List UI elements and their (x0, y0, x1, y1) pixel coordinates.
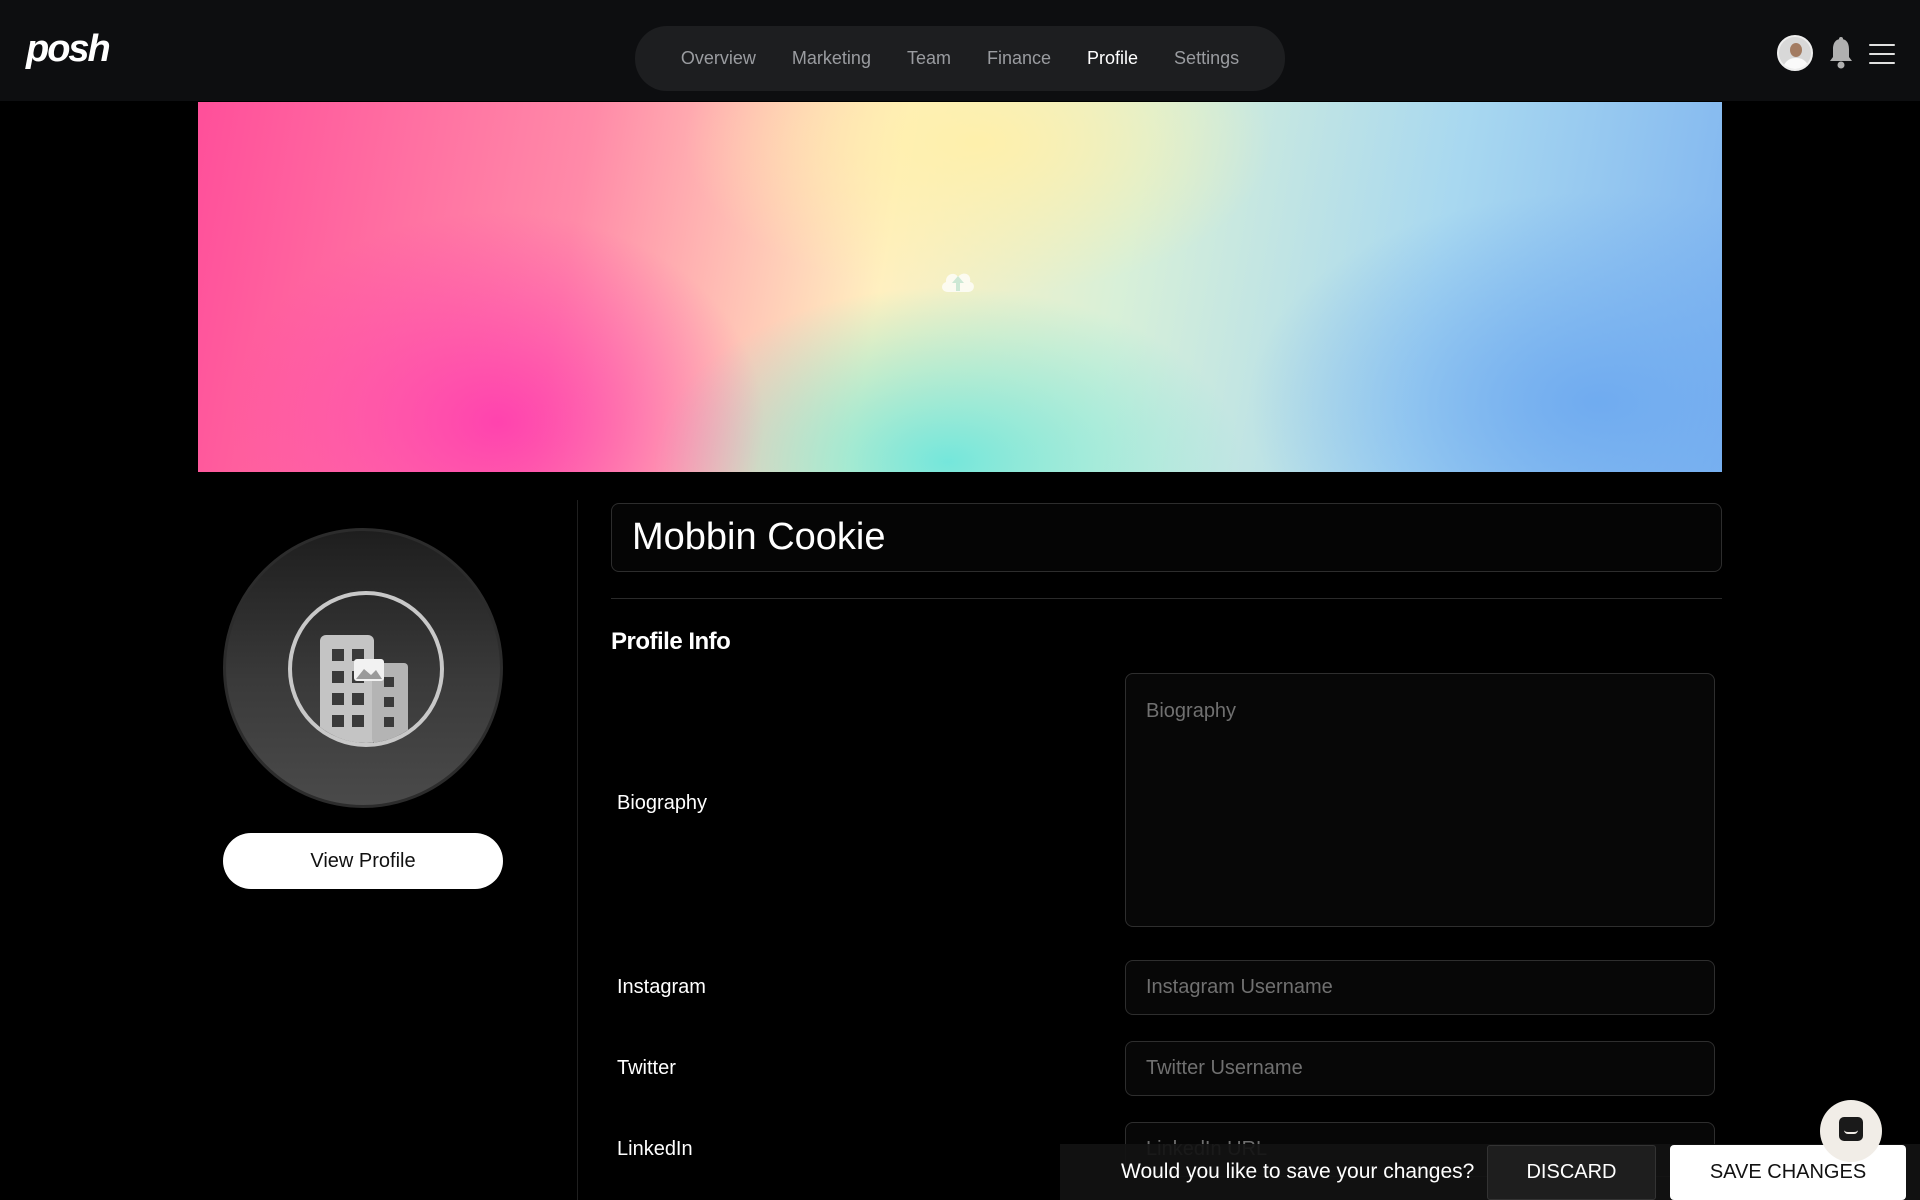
chat-bubble-icon (1839, 1117, 1863, 1141)
section-divider (611, 598, 1722, 599)
save-prompt-text: Would you like to save your changes? (1121, 1160, 1475, 1183)
nav-team[interactable]: Team (907, 48, 951, 69)
twitter-label: Twitter (617, 1057, 676, 1079)
user-avatar[interactable] (1777, 35, 1813, 71)
top-nav-bar: posh Overview Marketing Team Finance Pro… (0, 0, 1920, 101)
nav-finance[interactable]: Finance (987, 48, 1051, 69)
main-nav: Overview Marketing Team Finance Profile … (635, 26, 1285, 91)
instagram-input[interactable] (1125, 960, 1715, 1015)
biography-label: Biography (617, 792, 708, 814)
nav-settings[interactable]: Settings (1174, 48, 1239, 69)
bell-icon[interactable] (1828, 36, 1854, 70)
biography-textarea[interactable] (1125, 673, 1715, 927)
avatar-shoulders (1783, 58, 1809, 69)
cloud-upload-icon[interactable] (938, 262, 978, 296)
instagram-label: Instagram (617, 976, 706, 998)
profile-image-upload[interactable] (223, 528, 503, 808)
nav-marketing[interactable]: Marketing (792, 48, 871, 69)
column-divider (577, 500, 578, 1200)
twitter-input[interactable] (1125, 1041, 1715, 1096)
discard-button[interactable]: DISCARD (1487, 1145, 1656, 1200)
building-icon (288, 591, 444, 747)
posh-logo[interactable]: posh (26, 28, 111, 71)
nav-overview[interactable]: Overview (681, 48, 756, 69)
profile-info-heading: Profile Info (611, 628, 731, 655)
chat-support-icon[interactable] (1820, 1100, 1882, 1162)
chat-smile-mark (1844, 1130, 1858, 1134)
hamburger-menu-icon[interactable] (1869, 44, 1895, 64)
linkedin-label: LinkedIn (617, 1138, 693, 1160)
organization-name-input[interactable] (611, 503, 1722, 572)
cover-banner[interactable] (198, 102, 1722, 472)
avatar-face (1790, 43, 1802, 57)
nav-profile[interactable]: Profile (1087, 48, 1138, 69)
view-profile-button[interactable]: View Profile (223, 833, 503, 889)
